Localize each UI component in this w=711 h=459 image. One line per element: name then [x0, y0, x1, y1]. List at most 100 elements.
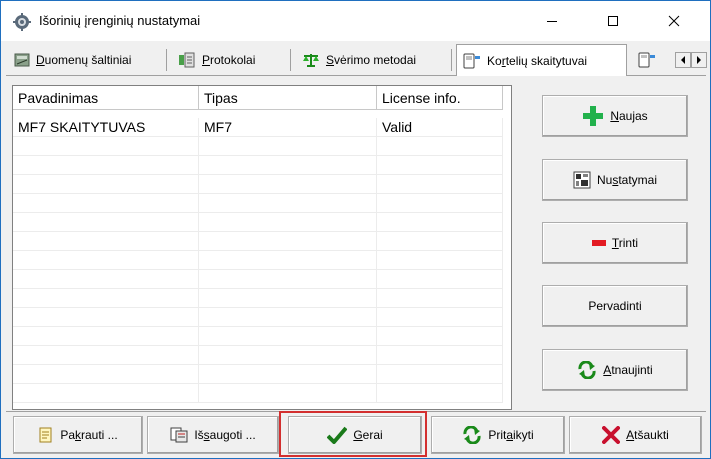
load-icon — [39, 427, 52, 443]
empty-cell — [199, 156, 377, 175]
close-button[interactable] — [651, 1, 697, 41]
empty-cell — [199, 327, 377, 346]
delete-button[interactable]: Trinti — [542, 222, 688, 264]
empty-cell — [199, 232, 377, 251]
maximize-icon — [608, 16, 618, 26]
empty-cell — [13, 137, 199, 156]
protocol-icon — [179, 52, 195, 68]
empty-row — [13, 232, 511, 251]
empty-cell — [199, 384, 377, 403]
minimize-icon — [547, 21, 557, 22]
empty-cell — [377, 270, 503, 289]
empty-cell — [199, 346, 377, 365]
refresh-button[interactable]: Atnaujinti — [542, 349, 688, 391]
arrow-right-icon — [697, 56, 701, 64]
empty-cell — [13, 156, 199, 175]
empty-cell — [377, 232, 503, 251]
tab-scroll-right-button[interactable] — [691, 52, 707, 68]
tab-strip: Duomenų šaltiniai Protokolai Svėrimo met… — [6, 43, 707, 76]
arrow-left-icon — [681, 56, 685, 64]
tab-weighing-methods[interactable]: Svėrimo metodai — [296, 45, 416, 75]
window-title: Išorinių įrenginių nustatymai — [39, 13, 201, 28]
empty-row — [13, 270, 511, 289]
empty-cell — [377, 346, 503, 365]
apply-button[interactable]: Pritaikyti — [431, 416, 565, 454]
save-icon — [170, 427, 188, 443]
empty-cell — [199, 137, 377, 156]
database-icon — [14, 53, 30, 67]
settings-window: Išorinių įrenginių nustatymai Duomenų ša… — [0, 0, 711, 459]
cross-icon — [602, 426, 621, 444]
scale-icon — [303, 54, 319, 67]
empty-cell — [377, 194, 503, 213]
table-row[interactable]: MF7 SKAITYTUVAS MF7 Valid — [13, 118, 511, 137]
plus-icon — [583, 106, 604, 126]
tab-data-sources[interactable]: Duomenų šaltiniai — [8, 45, 131, 75]
empty-cell — [199, 251, 377, 270]
cell-type: MF7 — [199, 118, 377, 137]
settings-button[interactable]: Nustatymai — [542, 159, 688, 201]
empty-cell — [13, 289, 199, 308]
list-header: Pavadinimas Tipas License info. — [13, 86, 511, 110]
device-icon — [638, 52, 655, 68]
empty-cell — [13, 270, 199, 289]
column-header-name[interactable]: Pavadinimas — [13, 86, 199, 110]
column-header-license[interactable]: License info. — [377, 86, 503, 110]
refresh-icon — [578, 361, 596, 379]
card-reader-list[interactable]: Pavadinimas Tipas License info. MF7 SKAI… — [12, 85, 512, 410]
gear-icon — [13, 13, 31, 31]
empty-row — [13, 308, 511, 327]
empty-cell — [199, 308, 377, 327]
empty-cell — [199, 194, 377, 213]
minimize-button[interactable] — [529, 1, 575, 41]
empty-cell — [199, 270, 377, 289]
empty-cell — [377, 384, 503, 403]
empty-row — [13, 346, 511, 365]
empty-cell — [13, 251, 199, 270]
empty-cell — [13, 213, 199, 232]
empty-row — [13, 156, 511, 175]
empty-cell — [199, 175, 377, 194]
save-as-button[interactable]: Išsaugoti ... — [147, 416, 279, 454]
new-button[interactable]: Naujas — [542, 95, 688, 137]
empty-cell — [199, 213, 377, 232]
cancel-button[interactable]: Atšaukti — [569, 416, 702, 454]
settings-icon — [573, 171, 591, 189]
empty-cell — [377, 308, 503, 327]
empty-row — [13, 251, 511, 270]
empty-row — [13, 137, 511, 156]
tab-devices[interactable] — [632, 45, 672, 75]
apply-icon — [463, 426, 481, 444]
rename-button[interactable]: Pervadinti — [542, 285, 688, 327]
empty-cell — [13, 365, 199, 384]
empty-cell — [377, 156, 503, 175]
empty-cell — [377, 137, 503, 156]
empty-cell — [13, 232, 199, 251]
column-header-type[interactable]: Tipas — [199, 86, 377, 110]
empty-cell — [377, 175, 503, 194]
tab-scroll-arrows — [675, 52, 707, 68]
tab-scroll-left-button[interactable] — [675, 52, 691, 68]
tab-protocols[interactable]: Protokolai — [172, 45, 255, 75]
empty-row — [13, 175, 511, 194]
maximize-button[interactable] — [590, 1, 636, 41]
empty-cell — [377, 251, 503, 270]
tab-card-readers[interactable]: Kortelių skaitytuvai — [456, 44, 627, 76]
ok-button-highlight — [279, 411, 427, 457]
empty-row — [13, 384, 511, 403]
cell-license: Valid — [377, 118, 503, 137]
minus-icon — [591, 240, 606, 246]
empty-row — [13, 365, 511, 384]
cell-name: MF7 SKAITYTUVAS — [13, 118, 199, 137]
load-button[interactable]: Pakrauti ... — [13, 416, 143, 454]
title-bar: Išorinių įrenginių nustatymai — [1, 1, 710, 41]
empty-row — [13, 289, 511, 308]
empty-cell — [199, 365, 377, 384]
empty-cell — [199, 289, 377, 308]
empty-cell — [13, 384, 199, 403]
empty-cell — [13, 194, 199, 213]
empty-cell — [13, 346, 199, 365]
empty-cell — [377, 213, 503, 232]
empty-cell — [377, 365, 503, 384]
empty-cell — [377, 327, 503, 346]
